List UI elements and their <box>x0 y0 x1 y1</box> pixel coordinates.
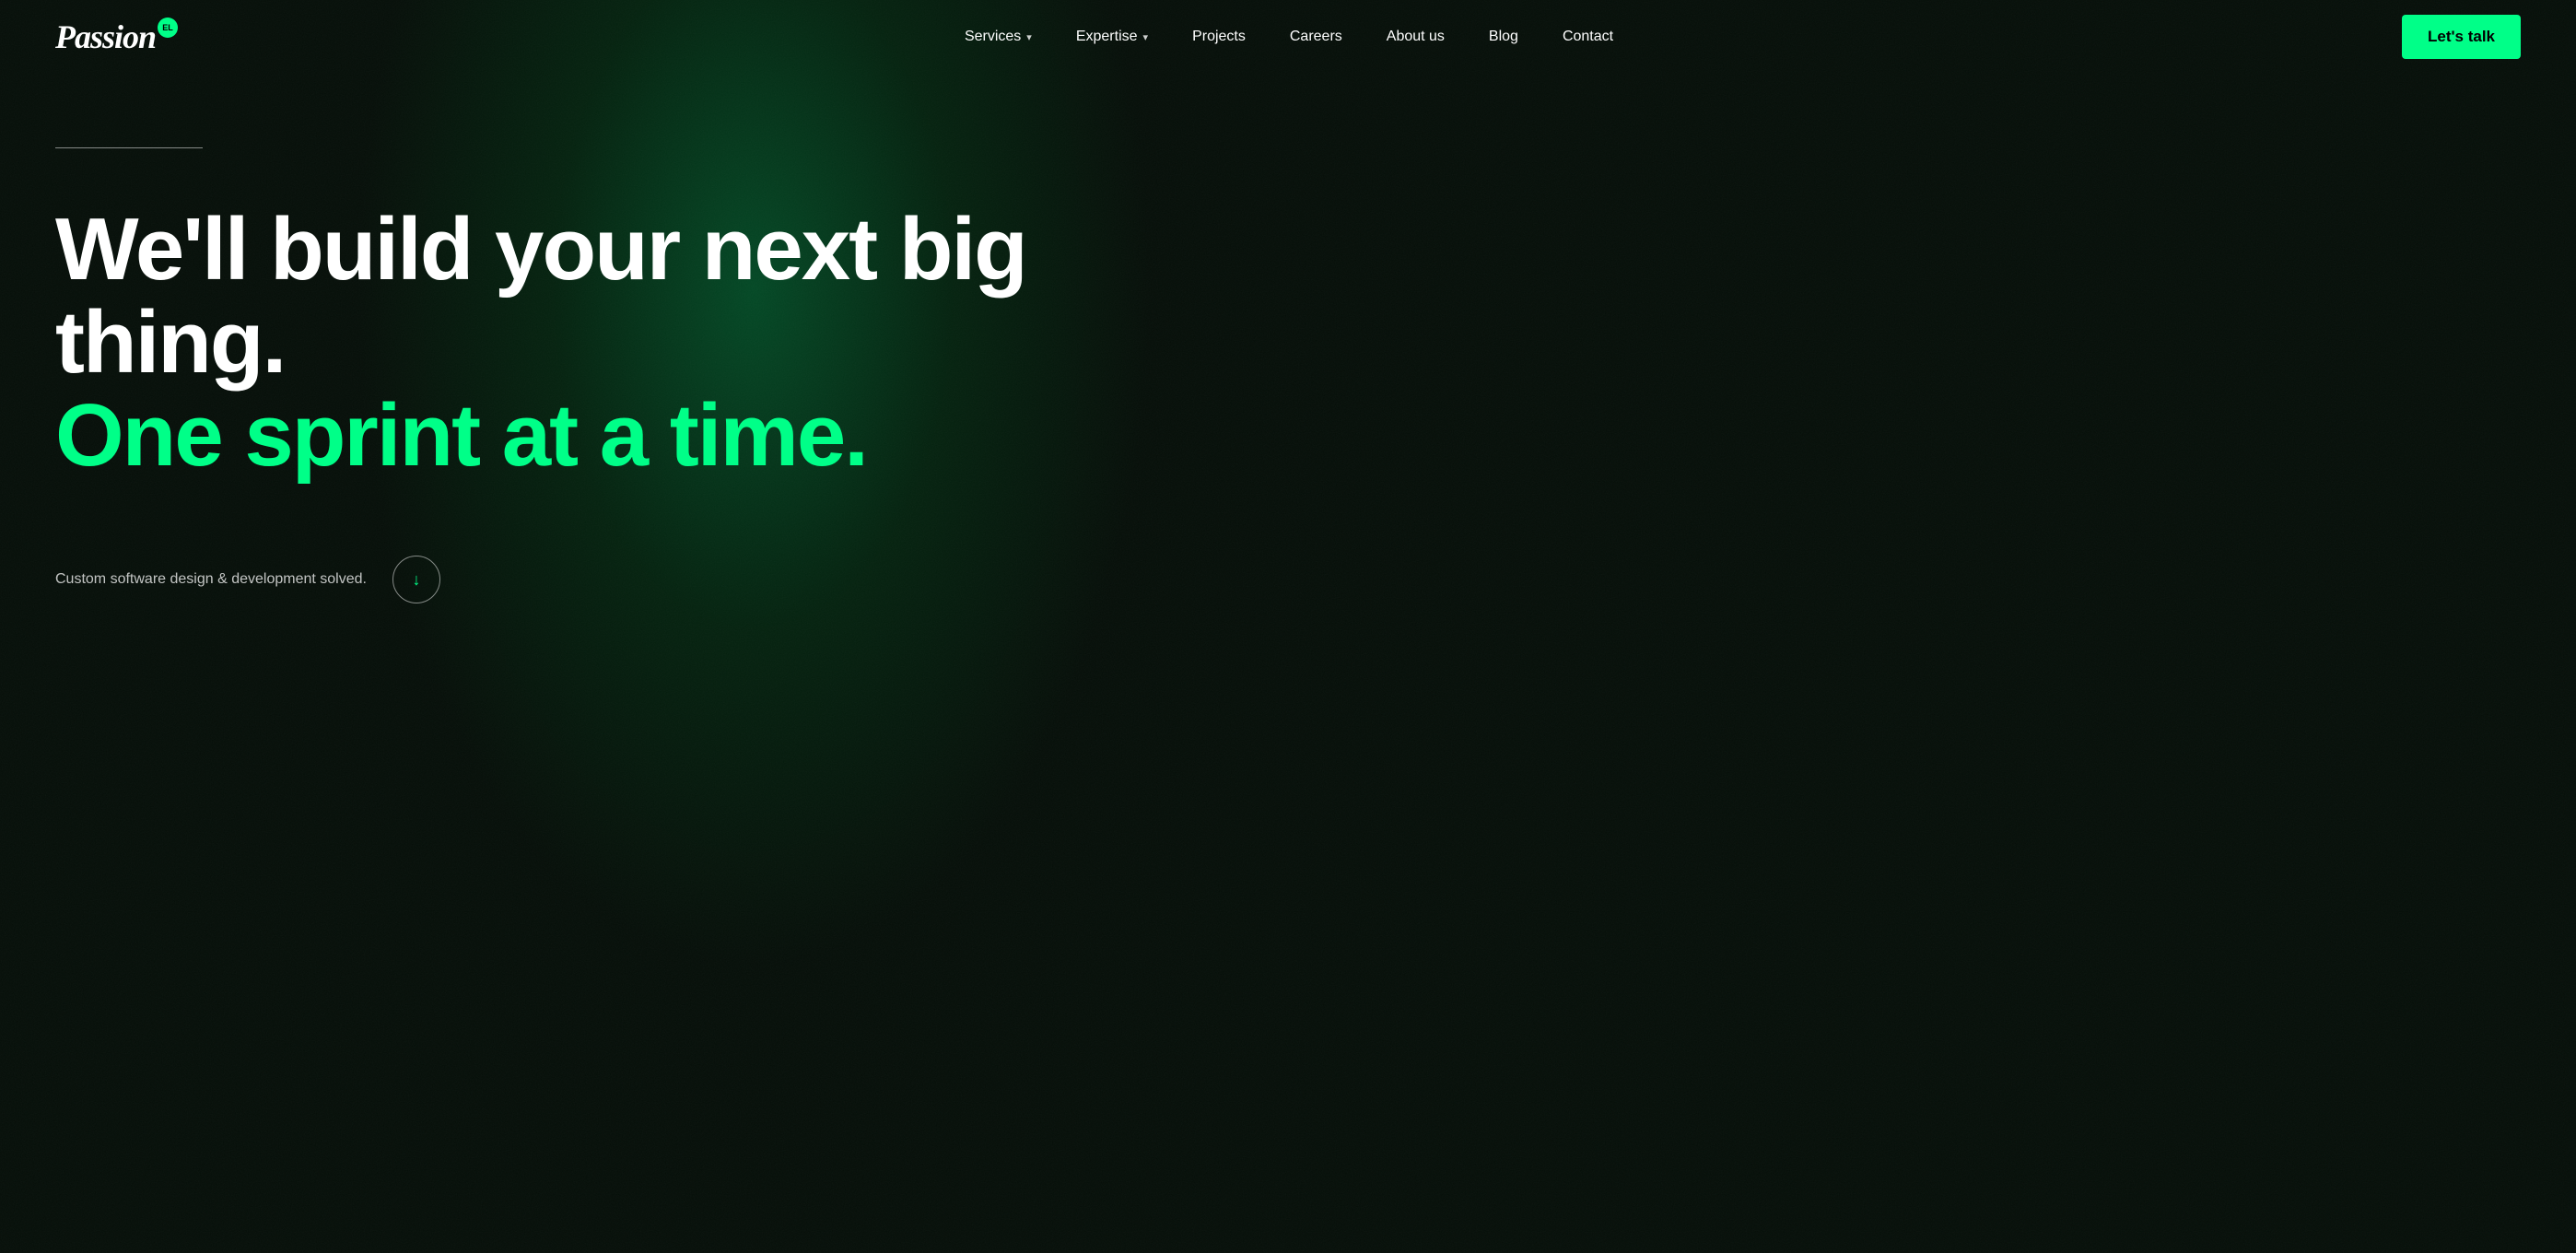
navbar: PassionEL Services ▾ Expertise ▾ Project… <box>0 0 2576 74</box>
headline-green: One sprint at a time. <box>55 390 1161 483</box>
hero-section: PassionEL Services ▾ Expertise ▾ Project… <box>0 0 2576 1253</box>
nav-link-careers[interactable]: Careers <box>1290 29 1342 45</box>
hero-headline: We'll build your next big thing. One spr… <box>55 204 1161 482</box>
hero-content: We'll build your next big thing. One spr… <box>0 74 2576 603</box>
nav-link-expertise[interactable]: Expertise ▾ <box>1076 29 1148 45</box>
nav-item-blog[interactable]: Blog <box>1489 29 1518 45</box>
logo[interactable]: PassionEL <box>55 18 176 56</box>
nav-item-projects[interactable]: Projects <box>1192 29 1246 45</box>
nav-link-contact[interactable]: Contact <box>1563 29 1613 45</box>
chevron-down-icon: ▾ <box>1143 31 1149 43</box>
nav-item-careers[interactable]: Careers <box>1290 29 1342 45</box>
nav-links: Services ▾ Expertise ▾ Projects Careers <box>965 29 1613 45</box>
nav-item-contact[interactable]: Contact <box>1563 29 1613 45</box>
hero-divider <box>55 147 203 148</box>
headline-white: We'll build your next big thing. <box>55 200 1026 392</box>
hero-subtext-area: Custom software design & development sol… <box>55 556 2521 603</box>
nav-link-services[interactable]: Services ▾ <box>965 29 1032 45</box>
logo-wordmark: Passion <box>55 18 156 56</box>
hero-subtext: Custom software design & development sol… <box>55 571 367 588</box>
chevron-down-icon: ▾ <box>1026 31 1032 43</box>
nav-item-services[interactable]: Services ▾ <box>965 29 1032 45</box>
scroll-down-button[interactable]: ↓ <box>392 556 440 603</box>
nav-item-about[interactable]: About us <box>1387 29 1445 45</box>
logo-badge: EL <box>158 18 178 38</box>
cta-button[interactable]: Let's talk <box>2402 15 2521 59</box>
nav-link-blog[interactable]: Blog <box>1489 29 1518 45</box>
nav-item-expertise[interactable]: Expertise ▾ <box>1076 29 1148 45</box>
nav-link-projects[interactable]: Projects <box>1192 29 1246 45</box>
nav-link-about[interactable]: About us <box>1387 29 1445 45</box>
arrow-down-icon: ↓ <box>412 570 420 590</box>
